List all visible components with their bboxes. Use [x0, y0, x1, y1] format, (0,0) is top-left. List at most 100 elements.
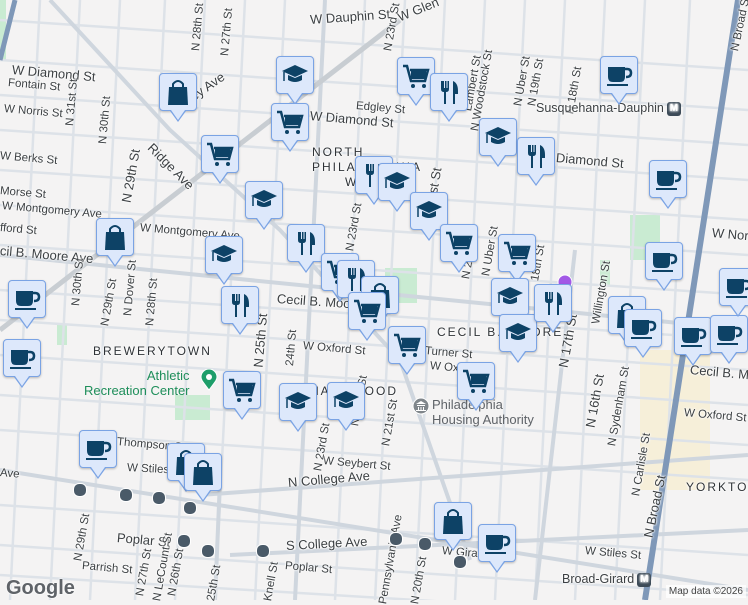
coffee-cup-icon	[12, 284, 42, 314]
map-marker-grad[interactable]	[276, 56, 314, 105]
graduation-cap-icon	[382, 167, 412, 197]
station-broad-girard[interactable]: Broad-Girard M	[562, 572, 652, 587]
shopping-bag-icon	[438, 506, 468, 536]
google-logo: Google	[6, 577, 75, 599]
shopping-cart-icon	[392, 330, 422, 360]
map-marker-coffee[interactable]	[3, 339, 41, 388]
map-marker-fork[interactable]	[221, 286, 259, 335]
tram-stop-icon[interactable]	[201, 544, 215, 558]
park-pin-icon[interactable]	[200, 369, 218, 391]
map-marker-cart[interactable]	[348, 292, 386, 341]
graduation-cap-icon	[503, 318, 533, 348]
station-susquehanna-dauphin[interactable]: Susquehanna-Dauphin M	[536, 101, 681, 116]
tram-stop-icon[interactable]	[418, 537, 432, 551]
map-marker-grad[interactable]	[479, 118, 517, 167]
graduation-cap-icon	[495, 282, 525, 312]
poi-label: Recreation Center	[84, 383, 190, 398]
tram-stop-icon[interactable]	[73, 483, 87, 497]
map-marker-cart[interactable]	[223, 371, 261, 420]
shopping-cart-icon	[205, 139, 235, 169]
coffee-cup-icon	[678, 321, 708, 351]
metro-icon: M	[666, 101, 681, 116]
street-label-w-norris-east: W Nor	[711, 225, 748, 244]
coffee-cup-icon	[649, 246, 679, 276]
map-marker-fork[interactable]	[287, 224, 325, 273]
map-marker-bag[interactable]	[96, 218, 134, 267]
map-marker-coffee[interactable]	[649, 160, 687, 209]
map-marker-grad[interactable]	[279, 383, 317, 432]
station-label: Broad-Girard	[562, 572, 635, 586]
shopping-cart-icon	[502, 238, 532, 268]
fork-knife-icon	[434, 77, 464, 107]
map-marker-bag[interactable]	[434, 502, 472, 551]
government-building-icon[interactable]	[412, 397, 430, 415]
tram-stop-icon[interactable]	[177, 534, 191, 548]
map-marker-coffee[interactable]	[674, 317, 712, 366]
map-marker-coffee[interactable]	[478, 524, 516, 573]
tram-stop-icon[interactable]	[152, 491, 166, 505]
graduation-cap-icon	[280, 60, 310, 90]
coffee-cup-icon	[83, 434, 113, 464]
map-marker-cart[interactable]	[498, 234, 536, 283]
shopping-cart-icon	[401, 61, 431, 91]
shopping-cart-icon	[461, 366, 491, 396]
map-marker-grad[interactable]	[499, 314, 537, 363]
map-marker-bag[interactable]	[159, 73, 197, 122]
map-marker-grad[interactable]	[245, 181, 283, 230]
map-marker-grad[interactable]	[205, 236, 243, 285]
tram-stop-icon[interactable]	[256, 544, 270, 558]
map-attribution[interactable]: Map data ©2026	[665, 585, 746, 598]
coffee-cup-icon	[653, 164, 683, 194]
shopping-cart-icon	[275, 107, 305, 137]
graduation-cap-icon	[249, 185, 279, 215]
map-marker-cart[interactable]	[388, 326, 426, 375]
street-label-girard-west: Ave	[0, 467, 21, 481]
station-label: Susquehanna-Dauphin	[536, 101, 664, 115]
map-marker-coffee[interactable]	[8, 280, 46, 329]
poi-label: Athletic	[146, 368, 190, 383]
map-marker-cart[interactable]	[457, 362, 495, 411]
shopping-cart-icon	[227, 375, 257, 405]
graduation-cap-icon	[483, 122, 513, 152]
neighborhood-brewerytown: BREWERYTOWN	[93, 344, 212, 358]
poi-label: Housing Authority	[432, 412, 534, 427]
map-marker-coffee[interactable]	[719, 268, 748, 317]
fork-knife-icon	[521, 141, 551, 171]
shopping-bag-icon	[188, 457, 218, 487]
map-marker-coffee[interactable]	[624, 309, 662, 358]
map-marker-fork[interactable]	[430, 73, 468, 122]
coffee-cup-icon	[482, 528, 512, 558]
graduation-cap-icon	[414, 196, 444, 226]
map-marker-fork[interactable]	[517, 137, 555, 186]
map-marker-coffee[interactable]	[79, 430, 117, 479]
poi-athletic-recreation-center[interactable]: Athletic Recreation Center	[84, 368, 190, 398]
graduation-cap-icon	[209, 240, 239, 270]
map-marker-grad[interactable]	[491, 278, 529, 327]
map-marker-grad[interactable]	[327, 382, 365, 431]
graduation-cap-icon	[331, 386, 361, 416]
coffee-cup-icon	[628, 313, 658, 343]
map-marker-coffee[interactable]	[710, 315, 748, 364]
map-marker-fork[interactable]	[534, 284, 572, 333]
map-marker-cart[interactable]	[201, 135, 239, 184]
coffee-cup-icon	[723, 272, 748, 302]
graduation-cap-icon	[283, 387, 313, 417]
map-marker-coffee[interactable]	[645, 242, 683, 291]
fork-knife-icon	[225, 290, 255, 320]
map-marker-coffee[interactable]	[600, 56, 638, 105]
map-marker-cart[interactable]	[271, 103, 309, 152]
neighborhood-yorktown: YORKTOWN	[686, 480, 748, 494]
tram-stop-icon[interactable]	[119, 488, 133, 502]
map-marker-cart[interactable]	[440, 224, 478, 273]
tram-stop-icon[interactable]	[389, 532, 403, 546]
shopping-bag-icon	[163, 77, 193, 107]
fork-knife-icon	[538, 288, 568, 318]
coffee-cup-icon	[604, 60, 634, 90]
tram-stop-icon[interactable]	[183, 501, 197, 515]
tram-stop-icon[interactable]	[453, 555, 467, 569]
map-marker-bag[interactable]	[184, 453, 222, 502]
coffee-cup-icon	[714, 319, 744, 349]
metro-icon: M	[637, 572, 652, 587]
coffee-cup-icon	[7, 343, 37, 373]
fork-knife-icon	[291, 228, 321, 258]
